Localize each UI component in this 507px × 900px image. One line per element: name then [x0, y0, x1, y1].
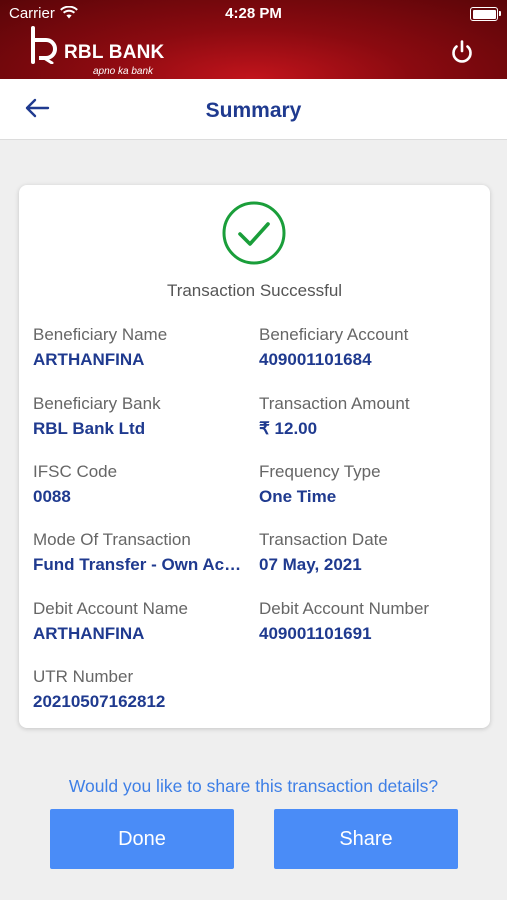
field-value: One Time — [259, 487, 337, 506]
field-mode-of-transaction: Mode Of Transaction Fund Transfer - Own … — [33, 530, 248, 575]
share-button[interactable]: Share — [274, 809, 458, 869]
field-debit-account-name: Debit Account Name ARTHANFINA — [33, 599, 248, 644]
field-value: 07 May, 2021 — [259, 555, 362, 574]
rbl-logo-icon — [31, 26, 57, 64]
field-value: ARTHANFINA — [33, 624, 145, 643]
status-time: 4:28 PM — [225, 5, 282, 22]
field-label: Beneficiary Name — [33, 325, 168, 344]
field-label: IFSC Code — [33, 462, 118, 481]
field-value: 409001101684 — [259, 350, 372, 369]
field-frequency-type: Frequency Type One Time — [259, 462, 474, 507]
navigation-bar: Summary — [0, 79, 507, 140]
status-bar: Carrier 4:28 PM — [0, 0, 507, 28]
field-label: Transaction Amount — [259, 394, 410, 413]
power-icon[interactable] — [449, 39, 475, 65]
field-label: Transaction Date — [259, 530, 388, 549]
page-title: Summary — [205, 99, 302, 122]
brand-tagline: apno ka bank — [93, 66, 154, 77]
field-value: Fund Transfer - Own Account — [33, 555, 248, 574]
battery-icon — [470, 7, 501, 21]
field-beneficiary-name: Beneficiary Name ARTHANFINA — [33, 325, 248, 370]
field-label: Debit Account Name — [33, 599, 188, 618]
brand-name: RBL BANK — [64, 42, 165, 63]
field-label: Mode Of Transaction — [33, 530, 191, 549]
field-value: ARTHANFINA — [33, 350, 145, 369]
share-prompt: Would you like to share this transaction… — [68, 776, 439, 796]
done-button[interactable]: Done — [50, 809, 234, 869]
field-label: UTR Number — [33, 667, 134, 686]
field-label: Beneficiary Account — [259, 325, 409, 344]
field-beneficiary-bank: Beneficiary Bank RBL Bank Ltd — [33, 394, 248, 439]
field-beneficiary-account: Beneficiary Account 409001101684 — [259, 325, 474, 370]
field-utr-number: UTR Number 20210507162812 — [33, 667, 248, 712]
field-value: ₹ 12.00 — [259, 419, 318, 438]
field-value: 20210507162812 — [33, 692, 166, 711]
field-label: Beneficiary Bank — [33, 394, 161, 413]
field-value: 409001101691 — [259, 624, 372, 643]
field-transaction-amount: Transaction Amount ₹ 12.00 — [259, 394, 474, 439]
field-value: 0088 — [33, 487, 71, 506]
transaction-summary-card: Transaction Successful Beneficiary Name … — [19, 185, 490, 728]
transaction-status: Transaction Successful — [166, 281, 343, 300]
field-debit-account-number: Debit Account Number 409001101691 — [259, 599, 474, 644]
check-circle-icon — [222, 201, 286, 265]
field-label: Frequency Type — [259, 462, 381, 481]
field-value: RBL Bank Ltd — [33, 419, 146, 438]
field-ifsc-code: IFSC Code 0088 — [33, 462, 248, 507]
app-header: Carrier 4:28 PM RBL BANK apno ka bank — [0, 0, 507, 79]
field-transaction-date: Transaction Date 07 May, 2021 — [259, 530, 474, 575]
field-label: Debit Account Number — [259, 599, 430, 618]
